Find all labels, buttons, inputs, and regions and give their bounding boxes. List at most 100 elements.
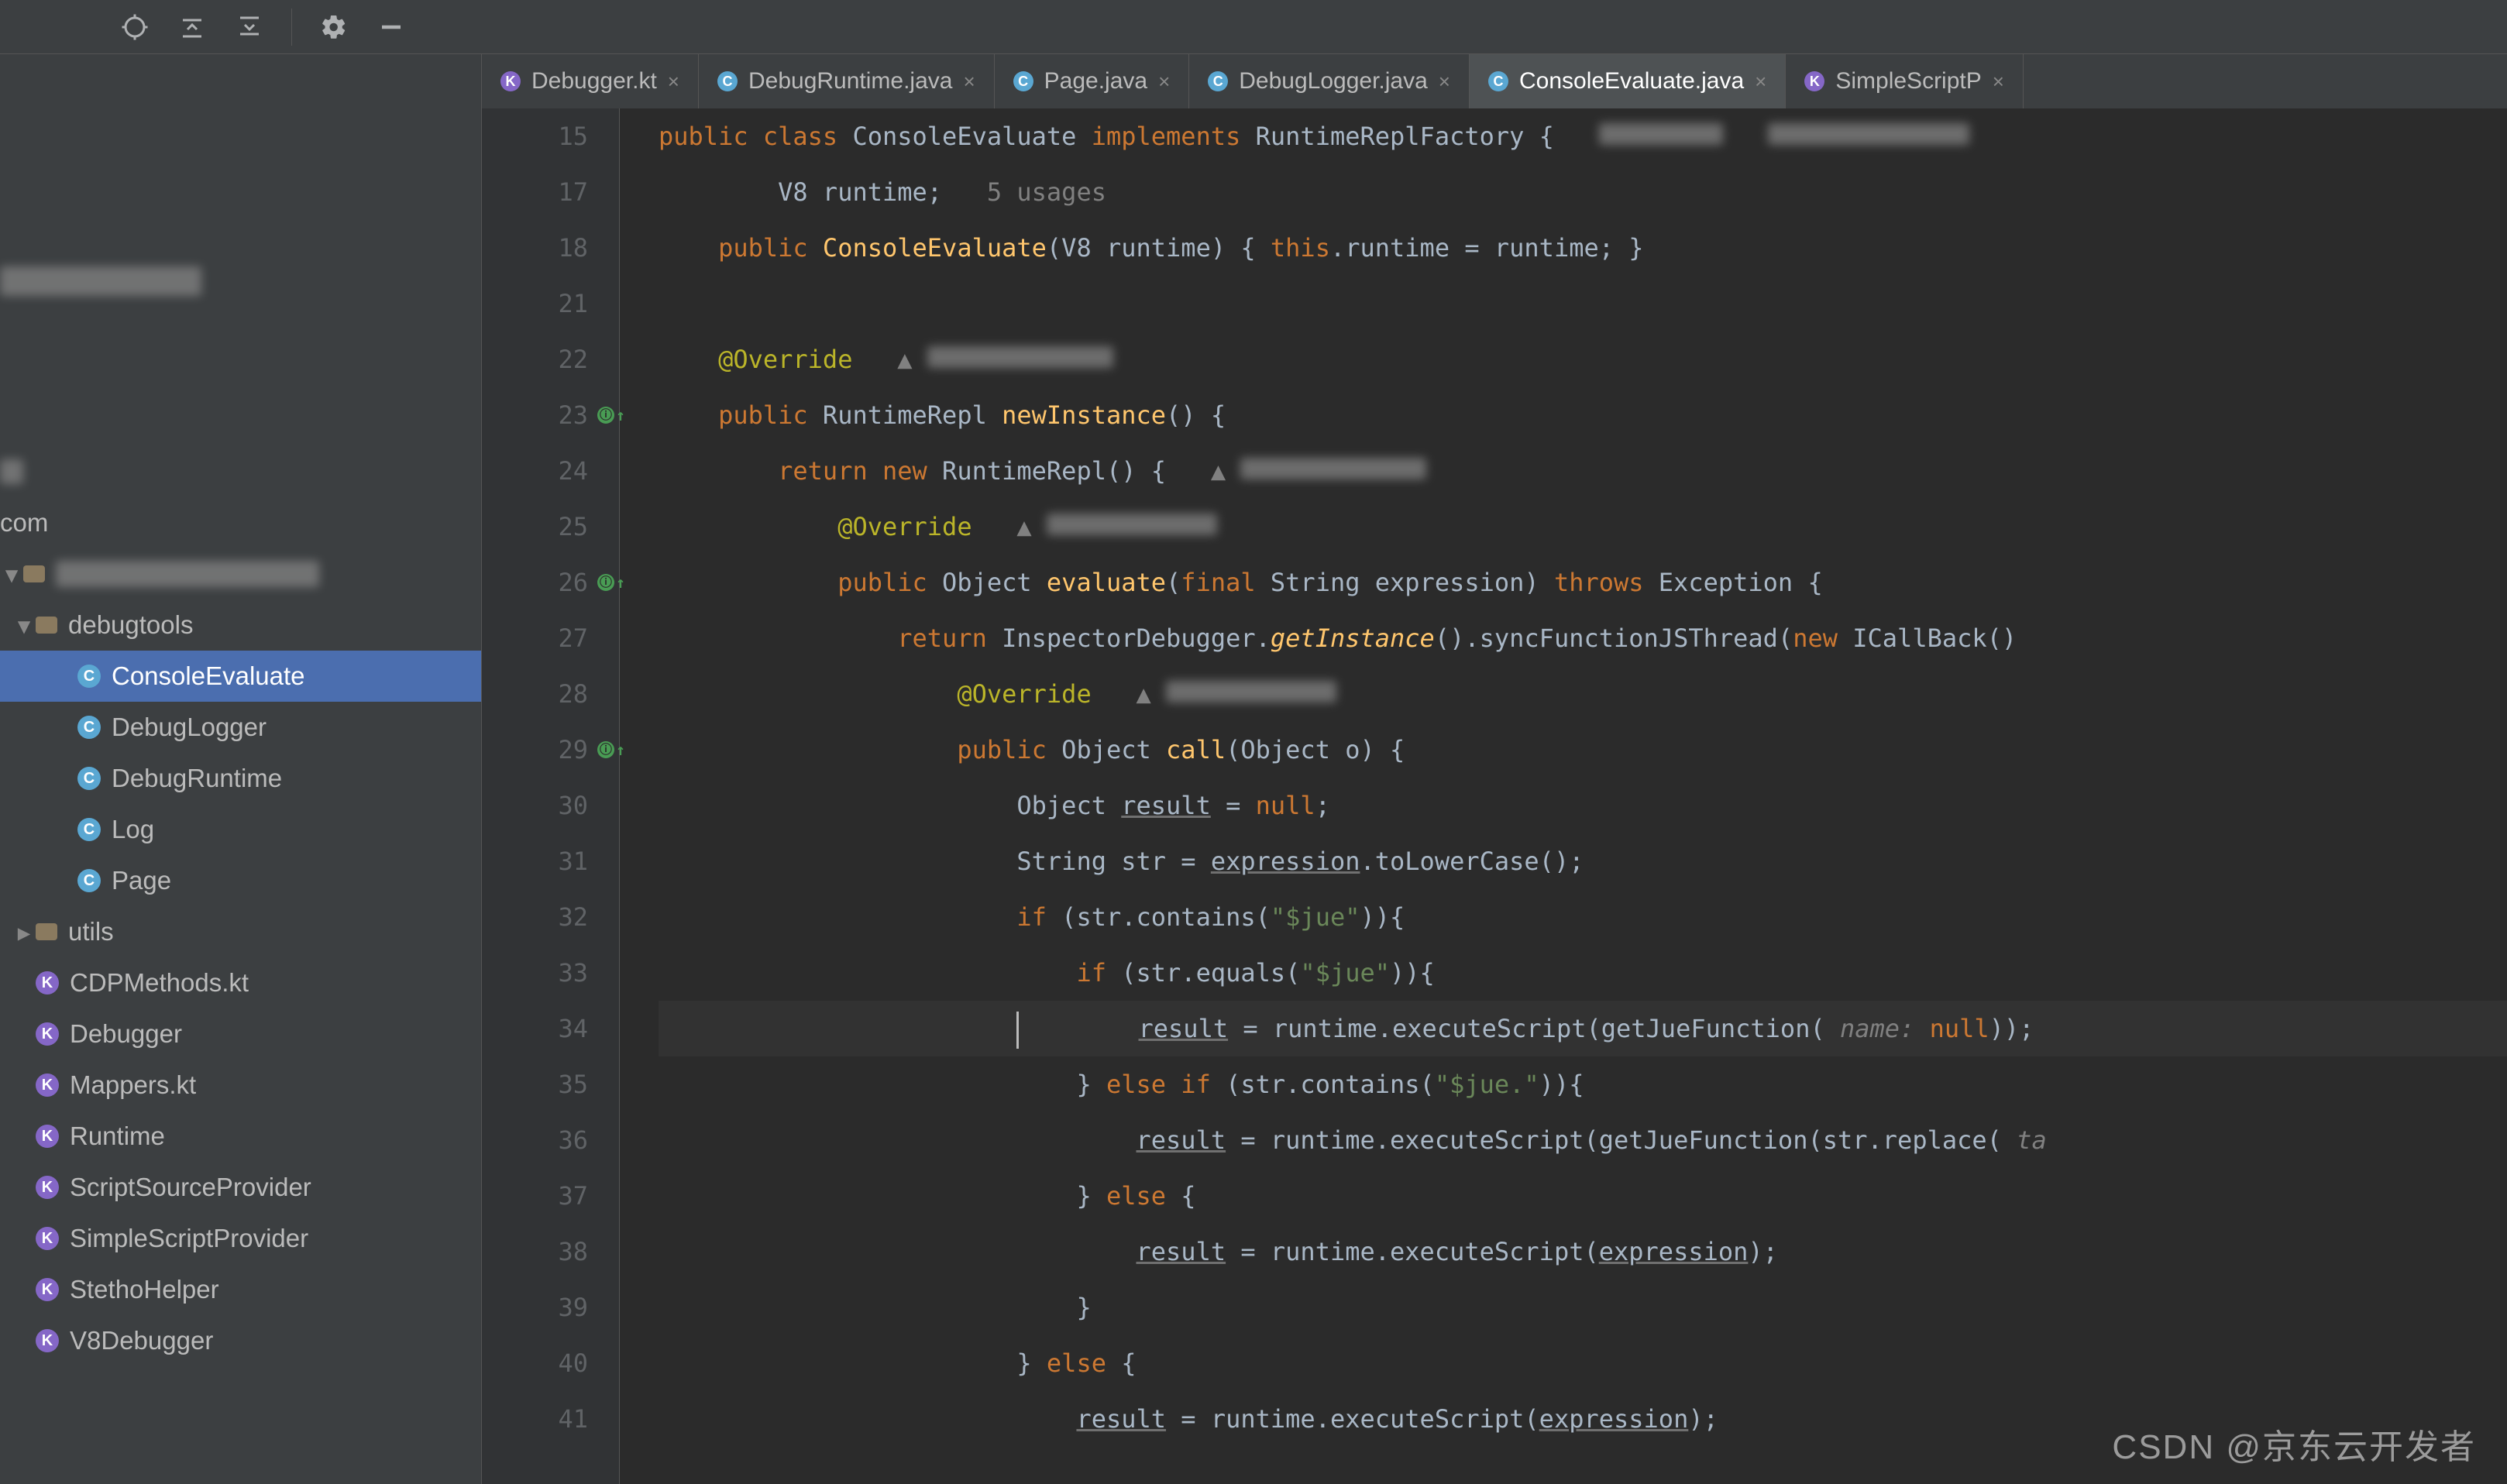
- code-line[interactable]: if (str.contains("$jue")){: [659, 889, 2507, 945]
- tree-label: SimpleScriptProvider: [70, 1224, 308, 1253]
- code-line[interactable]: @Override ▲: [659, 666, 2507, 722]
- hide-icon[interactable]: [376, 12, 407, 43]
- expand-all-icon[interactable]: [177, 12, 208, 43]
- gutter-line[interactable]: 17: [482, 164, 588, 220]
- code-line[interactable]: public Object call(Object o) {: [659, 722, 2507, 778]
- gear-icon[interactable]: [318, 12, 349, 43]
- tab-simplescriptp[interactable]: K SimpleScriptP ×: [1786, 54, 2024, 108]
- gutter-line[interactable]: 30: [482, 778, 588, 833]
- gutter-line[interactable]: 33: [482, 945, 588, 1001]
- toolbar-divider: [291, 9, 292, 46]
- target-icon[interactable]: [119, 12, 150, 43]
- tree-file[interactable]: C DebugLogger: [0, 702, 481, 753]
- tree-file[interactable]: K ScriptSourceProvider: [0, 1162, 481, 1213]
- tree-item[interactable]: [0, 256, 481, 307]
- tree-file[interactable]: K SimpleScriptProvider: [0, 1213, 481, 1264]
- gutter-line[interactable]: 41: [482, 1391, 588, 1447]
- gutter-line[interactable]: 37: [482, 1168, 588, 1224]
- tree-file[interactable]: K V8Debugger: [0, 1315, 481, 1366]
- code-line[interactable]: public class ConsoleEvaluate implements …: [659, 108, 2507, 164]
- file-icon: C: [1013, 71, 1033, 91]
- tab-debugruntime-java[interactable]: C DebugRuntime.java ×: [699, 54, 995, 108]
- code-line[interactable]: } else {: [659, 1168, 2507, 1224]
- tab-debuglogger-java[interactable]: C DebugLogger.java ×: [1189, 54, 1470, 108]
- override-marker-icon[interactable]: ⓘ: [597, 741, 614, 758]
- gutter-line[interactable]: 38: [482, 1224, 588, 1280]
- code-area[interactable]: public class ConsoleEvaluate implements …: [620, 108, 2507, 1484]
- gutter-line[interactable]: 29ⓘ: [482, 722, 588, 778]
- tab-consoleevaluate-java[interactable]: C ConsoleEvaluate.java ×: [1470, 54, 1786, 108]
- tree-file[interactable]: K Debugger: [0, 1008, 481, 1060]
- close-icon[interactable]: ×: [1158, 70, 1170, 94]
- override-marker-icon[interactable]: ⓘ: [597, 407, 614, 424]
- tree-item[interactable]: [0, 446, 481, 497]
- gutter-line[interactable]: 28: [482, 666, 588, 722]
- code-line[interactable]: V8 runtime; 5 usages: [659, 164, 2507, 220]
- code-line[interactable]: result = runtime.executeScript(getJueFun…: [659, 1112, 2507, 1168]
- tree-file[interactable]: C DebugRuntime: [0, 753, 481, 804]
- close-icon[interactable]: ×: [1755, 70, 1766, 94]
- code-line[interactable]: @Override ▲: [659, 499, 2507, 555]
- gutter-line[interactable]: 26ⓘ: [482, 555, 588, 610]
- class-icon: C: [77, 818, 101, 841]
- tab-debugger-kt[interactable]: K Debugger.kt ×: [482, 54, 699, 108]
- code-line[interactable]: String str = expression.toLowerCase();: [659, 833, 2507, 889]
- gutter[interactable]: 151718212223ⓘ242526ⓘ272829ⓘ3031323334353…: [482, 108, 620, 1484]
- gutter-line[interactable]: 39: [482, 1280, 588, 1335]
- code-line[interactable]: return new RuntimeRepl() { ▲: [659, 443, 2507, 499]
- close-icon[interactable]: ×: [668, 70, 679, 94]
- code-line[interactable]: }: [659, 1280, 2507, 1335]
- gutter-line[interactable]: 21: [482, 276, 588, 331]
- project-sidebar[interactable]: com ▾ ▾ debugtools C ConsoleEvaluate C D…: [0, 54, 482, 1484]
- tree-label: Log: [112, 815, 154, 844]
- collapse-all-icon[interactable]: [234, 12, 265, 43]
- kotlin-icon: K: [36, 971, 59, 994]
- gutter-line[interactable]: 32: [482, 889, 588, 945]
- tree-file[interactable]: K StethoHelper: [0, 1264, 481, 1315]
- editor[interactable]: 151718212223ⓘ242526ⓘ272829ⓘ3031323334353…: [482, 108, 2507, 1484]
- tree-folder-utils[interactable]: ▸ utils: [0, 906, 481, 957]
- code-line[interactable]: result = runtime.executeScript(getJueFun…: [659, 1001, 2507, 1056]
- kotlin-icon: K: [36, 1125, 59, 1148]
- close-icon[interactable]: ×: [1439, 70, 1450, 94]
- code-line[interactable]: [659, 276, 2507, 331]
- gutter-line[interactable]: 40: [482, 1335, 588, 1391]
- override-marker-icon[interactable]: ⓘ: [597, 574, 614, 591]
- tab-label: DebugLogger.java: [1239, 68, 1428, 94]
- code-line[interactable]: Object result = null;: [659, 778, 2507, 833]
- tree-file[interactable]: K Mappers.kt: [0, 1060, 481, 1111]
- code-line[interactable]: public ConsoleEvaluate(V8 runtime) { thi…: [659, 220, 2507, 276]
- code-line[interactable]: @Override ▲: [659, 331, 2507, 387]
- code-line[interactable]: result = runtime.executeScript(expressio…: [659, 1224, 2507, 1280]
- close-icon[interactable]: ×: [1993, 70, 2004, 94]
- tree-file[interactable]: K Runtime: [0, 1111, 481, 1162]
- tree-file[interactable]: C Page: [0, 855, 481, 906]
- gutter-line[interactable]: 15: [482, 108, 588, 164]
- gutter-line[interactable]: 31: [482, 833, 588, 889]
- obscured-text: [0, 266, 201, 296]
- tree-item[interactable]: com: [0, 497, 481, 548]
- tree-item[interactable]: ▾: [0, 548, 481, 599]
- tree-file[interactable]: K CDPMethods.kt: [0, 957, 481, 1008]
- tree-folder-debugtools[interactable]: ▾ debugtools: [0, 599, 481, 651]
- tree-file[interactable]: C Log: [0, 804, 481, 855]
- gutter-line[interactable]: 25: [482, 499, 588, 555]
- gutter-line[interactable]: 34: [482, 1001, 588, 1056]
- code-line[interactable]: return InspectorDebugger.getInstance().s…: [659, 610, 2507, 666]
- code-line[interactable]: if (str.equals("$jue")){: [659, 945, 2507, 1001]
- code-line[interactable]: public Object evaluate(final String expr…: [659, 555, 2507, 610]
- close-icon[interactable]: ×: [963, 70, 975, 94]
- gutter-line[interactable]: 24: [482, 443, 588, 499]
- gutter-line[interactable]: 22: [482, 331, 588, 387]
- gutter-line[interactable]: 23ⓘ: [482, 387, 588, 443]
- gutter-line[interactable]: 18: [482, 220, 588, 276]
- tab-page-java[interactable]: C Page.java ×: [995, 54, 1190, 108]
- code-line[interactable]: } else if (str.contains("$jue.")){: [659, 1056, 2507, 1112]
- code-line[interactable]: } else {: [659, 1335, 2507, 1391]
- gutter-line[interactable]: 35: [482, 1056, 588, 1112]
- tab-label: Debugger.kt: [531, 68, 657, 94]
- code-line[interactable]: public RuntimeRepl newInstance() {: [659, 387, 2507, 443]
- gutter-line[interactable]: 36: [482, 1112, 588, 1168]
- gutter-line[interactable]: 27: [482, 610, 588, 666]
- tree-file-consoleevaluate[interactable]: C ConsoleEvaluate: [0, 651, 481, 702]
